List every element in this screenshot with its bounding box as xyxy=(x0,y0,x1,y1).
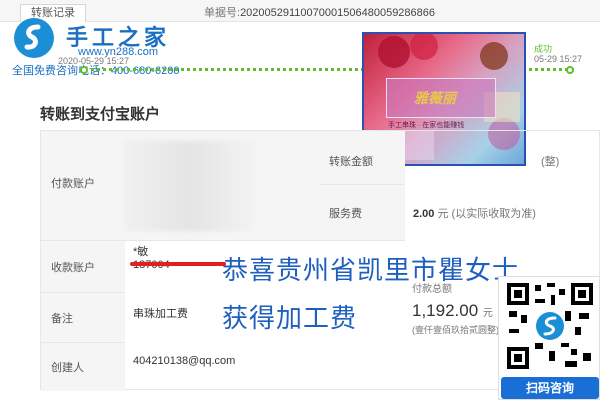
fee-unit: 元 xyxy=(437,208,449,220)
congrats-line-2: 获得加工费 xyxy=(222,303,358,333)
creator-label: 创建人 xyxy=(51,362,84,374)
fee-label-cell: 服务费 xyxy=(321,185,405,241)
order-number: 单据号:20200529110070001506480059286866 xyxy=(204,4,435,20)
payee-label: 收款账户 xyxy=(51,262,95,274)
fee-amount: 2.00 xyxy=(413,208,435,220)
qr-panel[interactable]: 扫码咨询 xyxy=(498,276,600,400)
fee-value: 2.00 元 (以实际收取为准) xyxy=(413,205,536,221)
creator-value: 404210138@qq.com xyxy=(133,355,236,367)
logo-badge-icon xyxy=(14,18,54,58)
progress-end-dot xyxy=(566,66,574,74)
memo-value: 串珠加工费 xyxy=(133,308,188,320)
memo-label: 备注 xyxy=(51,313,73,325)
amount-label-cell: 转账金额 xyxy=(321,131,405,185)
progress-start-dot xyxy=(80,66,88,74)
payer-account-redacted xyxy=(125,141,255,231)
redaction-underline xyxy=(130,262,226,266)
step-success-date: 05-29 15:27 xyxy=(534,54,583,64)
creator-label-cell: 创建人 xyxy=(41,343,125,391)
promo-caption: 手工串珠 · 在家也能赚钱 xyxy=(388,122,465,129)
order-value: 20200529110070001506480059286866 xyxy=(240,7,436,19)
payment-total: 付款总额 1,192.00 元 (壹仟壹佰玖拾贰圆整) xyxy=(412,280,499,336)
payment-in-words: (壹仟壹佰玖拾贰圆整) xyxy=(412,325,499,335)
section-title: 转账到支付宝账户 xyxy=(40,106,161,123)
payee-name: *敏 xyxy=(133,246,149,258)
payment-amount: 1,192.00 xyxy=(412,301,479,320)
amount-note: (整) xyxy=(541,156,560,168)
amount-label: 转账金额 xyxy=(329,156,373,168)
qr-code-icon[interactable] xyxy=(505,281,595,371)
fee-note: (以实际收取为准) xyxy=(451,208,536,220)
payment-total-label: 付款总额 xyxy=(412,284,452,295)
payer-label: 付款账户 xyxy=(51,178,95,190)
qr-consult-button[interactable]: 扫码咨询 xyxy=(501,377,599,399)
fee-label: 服务费 xyxy=(329,208,362,220)
promo-brand: 雅薇丽 xyxy=(414,90,456,106)
memo-label-cell: 备注 xyxy=(41,293,125,343)
payee-label-cell: 收款账户 xyxy=(41,241,125,293)
payment-unit: 元 xyxy=(482,308,493,319)
payment-total-value: 1,192.00 元 xyxy=(412,301,499,321)
